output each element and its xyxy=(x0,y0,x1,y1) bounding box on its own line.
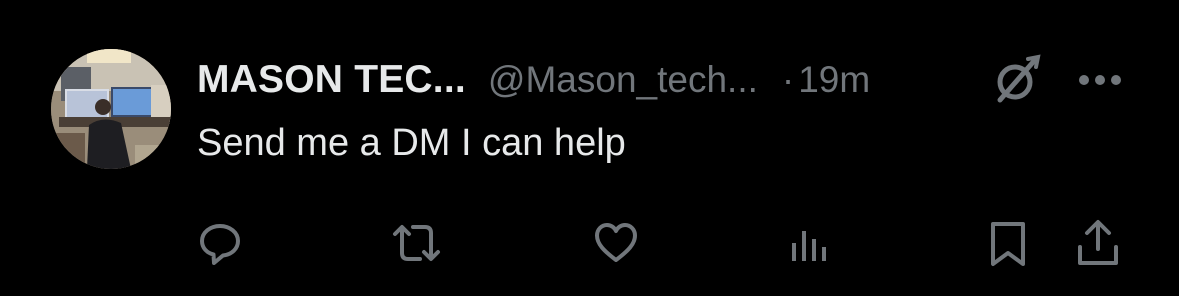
grok-icon[interactable] xyxy=(990,53,1044,107)
separator-dot: · xyxy=(781,59,795,100)
views-icon[interactable] xyxy=(789,219,837,267)
author-handle[interactable]: @Mason_tech... xyxy=(488,59,758,101)
reply-icon[interactable] xyxy=(196,219,244,267)
post-text: Send me a DM I can help xyxy=(197,122,626,164)
post[interactable]: MASON TEC... @Mason_tech... · 19m Send m… xyxy=(0,0,1179,296)
more-icon[interactable] xyxy=(1076,64,1124,96)
post-timestamp[interactable]: 19m xyxy=(798,59,870,101)
bookmark-icon[interactable] xyxy=(987,219,1035,267)
repost-icon[interactable] xyxy=(387,219,440,267)
author-name[interactable]: MASON TEC... xyxy=(197,58,466,102)
post-header: MASON TEC... @Mason_tech... · 19m xyxy=(197,50,870,110)
avatar[interactable] xyxy=(51,49,171,169)
share-icon[interactable] xyxy=(1075,219,1123,267)
like-icon[interactable] xyxy=(592,219,640,267)
